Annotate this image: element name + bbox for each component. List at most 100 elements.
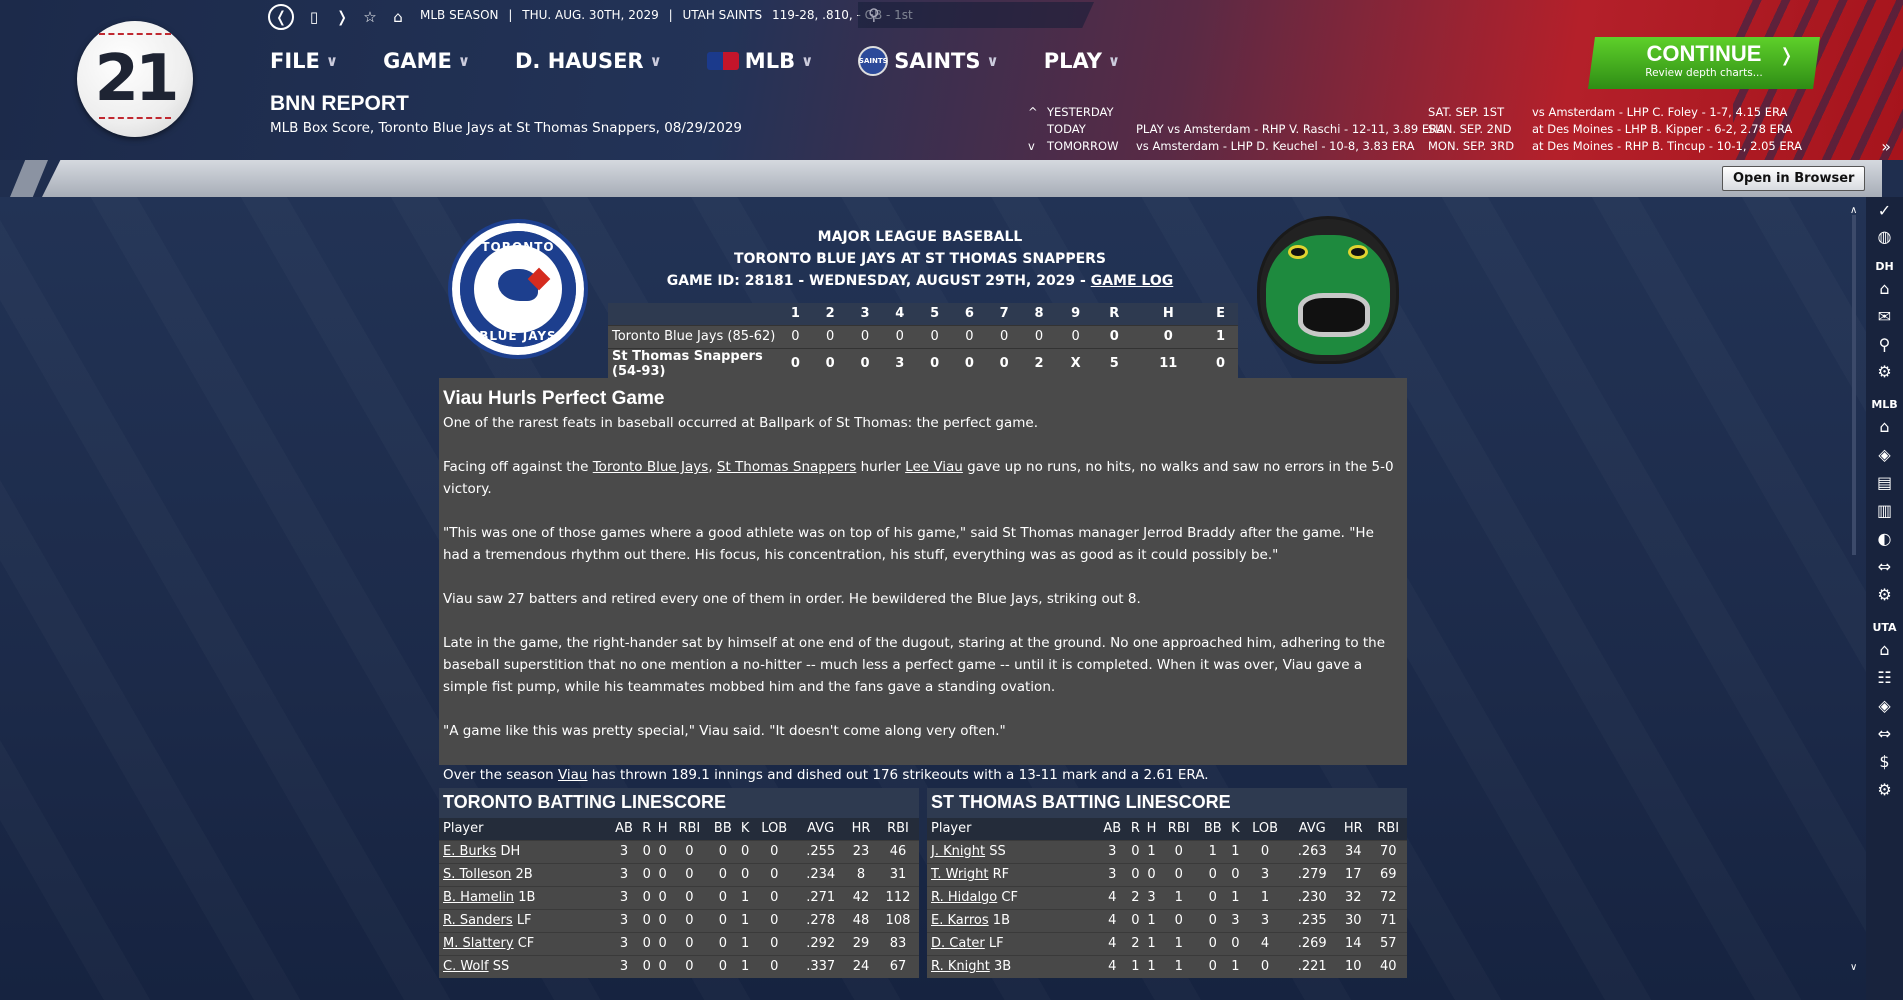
- player-link[interactable]: Viau: [558, 767, 588, 783]
- menu-file[interactable]: FILE ∨: [270, 46, 338, 76]
- batting-header-cell[interactable]: Player: [439, 818, 609, 840]
- toolbar-tab[interactable]: [10, 160, 48, 197]
- linescore-header-cell: R: [1094, 303, 1134, 325]
- batting-header-cell[interactable]: HR: [845, 818, 877, 840]
- home-icon[interactable]: ⌂: [390, 8, 406, 26]
- roster-icon[interactable]: ☷: [1866, 668, 1903, 687]
- check-icon[interactable]: ✓: [1866, 201, 1903, 220]
- linescore-cell: X: [1056, 347, 1095, 379]
- status-separator: |: [508, 8, 513, 22]
- batting-header-cell[interactable]: BB: [1197, 818, 1229, 840]
- back-icon[interactable]: ❬: [268, 4, 294, 30]
- stat-cell: 0: [639, 931, 655, 955]
- batting-header-cell[interactable]: HR: [1337, 818, 1370, 840]
- player-link[interactable]: E. Burks: [443, 844, 496, 859]
- stat-cell: 83: [876, 931, 919, 955]
- linescore-team-name[interactable]: St Thomas Snappers (54-93): [608, 347, 778, 379]
- player-link[interactable]: B. Hamelin: [443, 890, 514, 905]
- batting-header-cell[interactable]: Player: [927, 818, 1097, 840]
- globe-icon[interactable]: ◍: [1866, 227, 1903, 246]
- player-link[interactable]: R. Knight: [931, 959, 990, 974]
- stat-cell: 3: [1242, 908, 1288, 932]
- expand-right-icon[interactable]: »: [1881, 137, 1891, 156]
- batting-header-cell[interactable]: LOB: [1242, 818, 1288, 840]
- gear-icon[interactable]: ⚙: [1866, 780, 1903, 799]
- player-link[interactable]: Lee Viau: [905, 459, 963, 475]
- menu-game[interactable]: GAME ∨: [383, 46, 470, 76]
- home-icon[interactable]: ⌂: [1866, 279, 1903, 298]
- batting-header-cell[interactable]: BB: [707, 818, 738, 840]
- menu-saints[interactable]: SAINTS SAINTS ∨: [858, 46, 999, 76]
- home-icon[interactable]: ⌂: [1866, 417, 1903, 436]
- st-thomas-snappers-logo[interactable]: [1257, 216, 1399, 364]
- team-link[interactable]: Toronto Blue Jays: [593, 459, 709, 475]
- search-input[interactable]: ⚲: [858, 2, 1094, 28]
- schedule-up-icon[interactable]: ^: [1028, 104, 1038, 121]
- menu-manager[interactable]: D. HAUSER ∨: [515, 46, 662, 76]
- batting-header-cell[interactable]: RBI: [876, 818, 919, 840]
- scroll-down-icon[interactable]: ∨: [1850, 962, 1857, 973]
- player-link[interactable]: D. Cater: [931, 936, 985, 951]
- batting-header-cell[interactable]: K: [1228, 818, 1243, 840]
- batting-header-cell[interactable]: AVG: [796, 818, 846, 840]
- transactions-icon[interactable]: ⇔: [1866, 724, 1903, 743]
- search-icon[interactable]: ⚲: [1866, 335, 1903, 354]
- batting-header-cell[interactable]: H: [1143, 818, 1160, 840]
- menu-play[interactable]: PLAY ∨: [1044, 46, 1120, 76]
- batting-header-cell[interactable]: H: [654, 818, 671, 840]
- team-link[interactable]: St Thomas Snappers: [717, 459, 856, 475]
- menu-mlb[interactable]: MLB ∨: [706, 46, 813, 76]
- location-icon[interactable]: ◈: [1866, 445, 1903, 464]
- page-subtitle: MLB Box Score, Toronto Blue Jays at St T…: [270, 120, 742, 136]
- toronto-blue-jays-logo[interactable]: TORONTO BLUE JAYS: [448, 219, 588, 359]
- star-icon[interactable]: ☆: [362, 8, 378, 26]
- schedule-game[interactable]: vs Amsterdam - LHP C. Foley - 1-7, 4.15 …: [1532, 104, 1787, 121]
- mail-icon[interactable]: ✉: [1866, 307, 1903, 326]
- batting-header-cell[interactable]: LOB: [752, 818, 797, 840]
- schedule-game[interactable]: vs Amsterdam - LHP D. Keuchel - 10-8, 3.…: [1136, 138, 1414, 155]
- batting-header-cell[interactable]: RBI: [1159, 818, 1198, 840]
- scrollbar[interactable]: [1852, 215, 1856, 555]
- dollar-icon[interactable]: $: [1866, 752, 1903, 771]
- location-icon[interactable]: ◈: [1866, 696, 1903, 715]
- game-log-link[interactable]: GAME LOG: [1091, 273, 1174, 289]
- player-link[interactable]: R. Hidalgo: [931, 890, 997, 905]
- schedule-game[interactable]: at Des Moines - RHP B. Tincup - 10-1, 2.…: [1532, 138, 1802, 155]
- batting-header-cell[interactable]: R: [639, 818, 655, 840]
- batting-header-cell[interactable]: AVG: [1287, 818, 1338, 840]
- stats-icon[interactable]: ▥: [1866, 501, 1903, 520]
- ootp-logo[interactable]: 21: [77, 21, 193, 137]
- stat-cell: 3: [609, 885, 640, 909]
- news-icon[interactable]: ▤: [1866, 473, 1903, 492]
- player-link[interactable]: E. Karros: [931, 913, 989, 928]
- player-link[interactable]: C. Wolf: [443, 959, 489, 974]
- saints-logo-text: SAINTS: [858, 57, 888, 65]
- schedule-game[interactable]: at Des Moines - LHP B. Kipper - 6-2, 2.7…: [1532, 121, 1792, 138]
- batting-header-cell[interactable]: R: [1127, 818, 1144, 840]
- bookmark-icon[interactable]: ▯: [306, 8, 322, 26]
- home-icon[interactable]: ⌂: [1866, 640, 1903, 659]
- open-in-browser-button[interactable]: Open in Browser: [1722, 166, 1866, 191]
- batting-header-cell[interactable]: AB: [609, 818, 640, 840]
- stat-cell: 0: [707, 931, 738, 955]
- player-link[interactable]: R. Sanders: [443, 913, 513, 928]
- gear-icon[interactable]: ⚙: [1866, 585, 1903, 604]
- schedule-down-icon[interactable]: v: [1028, 138, 1035, 155]
- forward-icon[interactable]: ❭: [334, 8, 350, 26]
- baseball-icon[interactable]: ◐: [1866, 529, 1903, 548]
- stat-cell: .292: [796, 931, 846, 955]
- gear-icon[interactable]: ⚙: [1866, 362, 1903, 381]
- player-link[interactable]: T. Wright: [931, 867, 988, 882]
- schedule-game[interactable]: PLAY vs Amsterdam - RHP V. Raschi - 12-1…: [1136, 121, 1445, 138]
- batting-header-cell[interactable]: RBI: [1369, 818, 1407, 840]
- batting-header-cell[interactable]: AB: [1097, 818, 1128, 840]
- player-link[interactable]: S. Tolleson: [443, 867, 511, 882]
- batting-header-cell[interactable]: RBI: [670, 818, 708, 840]
- linescore-team-name[interactable]: Toronto Blue Jays (85-62): [608, 324, 778, 348]
- stat-cell: 0: [1197, 862, 1229, 886]
- player-link[interactable]: M. Slattery: [443, 936, 514, 951]
- transactions-icon[interactable]: ⇔: [1866, 557, 1903, 576]
- player-link[interactable]: J. Knight: [931, 844, 985, 859]
- continue-button[interactable]: CONTINUE Review depth charts... ❭: [1588, 37, 1820, 89]
- batting-header-cell[interactable]: K: [737, 818, 753, 840]
